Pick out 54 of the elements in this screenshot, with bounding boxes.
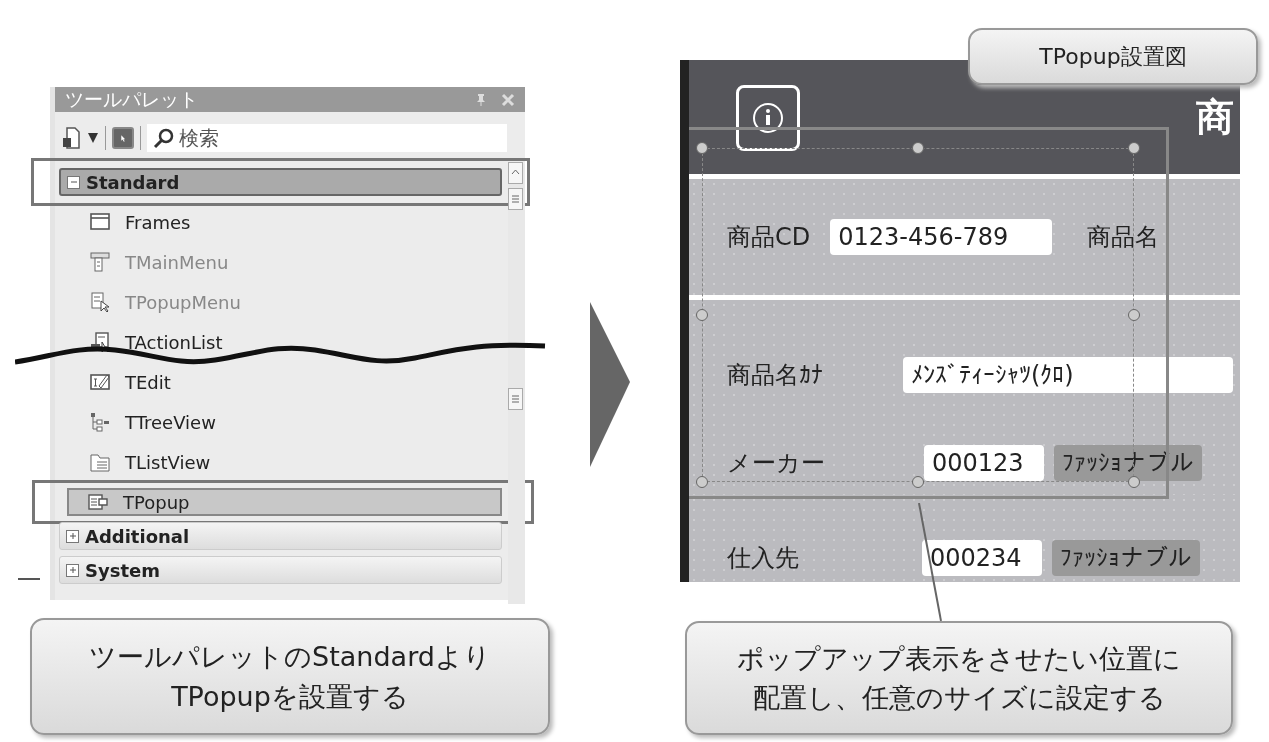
palette-item[interactable]: TTreeView <box>59 402 502 442</box>
category-header[interactable]: System <box>59 556 502 584</box>
palette-item[interactable]: Frames <box>59 202 502 242</box>
panel-title: ツールパレット <box>65 86 199 112</box>
list-icon <box>89 451 111 473</box>
new-file-icon[interactable] <box>61 126 81 150</box>
palette-item[interactable]: TActionList <box>59 322 502 362</box>
menu-cursor-icon <box>89 291 111 313</box>
palette-item[interactable]: TListView <box>59 442 502 482</box>
item-label: TMainMenu <box>125 251 229 273</box>
item-label: TActionList <box>125 331 223 353</box>
caption-text: 配置し、任意のサイズに設定する <box>752 681 1166 715</box>
item-label: TPopup <box>123 491 190 513</box>
expand-icon[interactable] <box>67 564 78 575</box>
item-label: TPopupMenu <box>125 291 241 313</box>
caption-text: TPopupを設置する <box>171 679 409 714</box>
field-label: 商品CD <box>727 222 811 253</box>
field-label: メーカー <box>727 447 825 479</box>
category-header[interactable]: Additional <box>59 522 502 550</box>
search-icon <box>153 128 174 149</box>
info-icon <box>752 102 784 134</box>
category-label: Standard <box>86 171 180 193</box>
category-label: System <box>85 559 160 581</box>
search-field[interactable]: 検索 <box>147 124 507 152</box>
pointer-button[interactable] <box>112 127 134 149</box>
chevron-arrow-icon <box>590 302 630 467</box>
input-field[interactable]: ﾒﾝｽﾞﾃｨｰｼｬﾂ(ｸﾛ) <box>903 357 1233 393</box>
name-display: ﾌｧｯｼｮナブル <box>1052 539 1200 576</box>
tree-icon <box>89 411 111 433</box>
popup-panel-icon <box>87 491 109 513</box>
field-label: 商品名 <box>1087 222 1160 253</box>
menu-bar-icon <box>89 251 111 273</box>
palette-item[interactable]: TEdit <box>59 362 502 402</box>
edit-pencil-icon <box>89 371 111 393</box>
caption-text: ポップアップ表示をさせたい位置に <box>737 641 1181 676</box>
item-label: Frames <box>125 211 191 233</box>
info-button[interactable] <box>736 85 800 151</box>
form-title: 商 <box>1196 93 1234 141</box>
item-label: TListView <box>125 451 211 473</box>
field-label: 商品名ｶﾅ <box>727 360 823 391</box>
item-label: TTreeView <box>125 411 216 433</box>
caret-icon[interactable] <box>87 132 99 144</box>
figure-tag: TPopup設置図 <box>1039 40 1187 73</box>
expand-icon[interactable] <box>67 530 78 541</box>
category-label: Additional <box>85 525 190 547</box>
leader-line <box>18 578 40 580</box>
caption-text: ツールパレットのStandardより <box>89 640 491 675</box>
field-label: 仕入先 <box>727 542 799 574</box>
input-field[interactable]: 000123 <box>924 444 1044 481</box>
input-field[interactable]: 0123-456-789 <box>830 219 1053 255</box>
list-cursor-icon <box>89 331 111 353</box>
window-icon <box>89 211 111 233</box>
input-field[interactable]: 000234 <box>922 539 1042 576</box>
item-label: TEdit <box>125 371 171 393</box>
